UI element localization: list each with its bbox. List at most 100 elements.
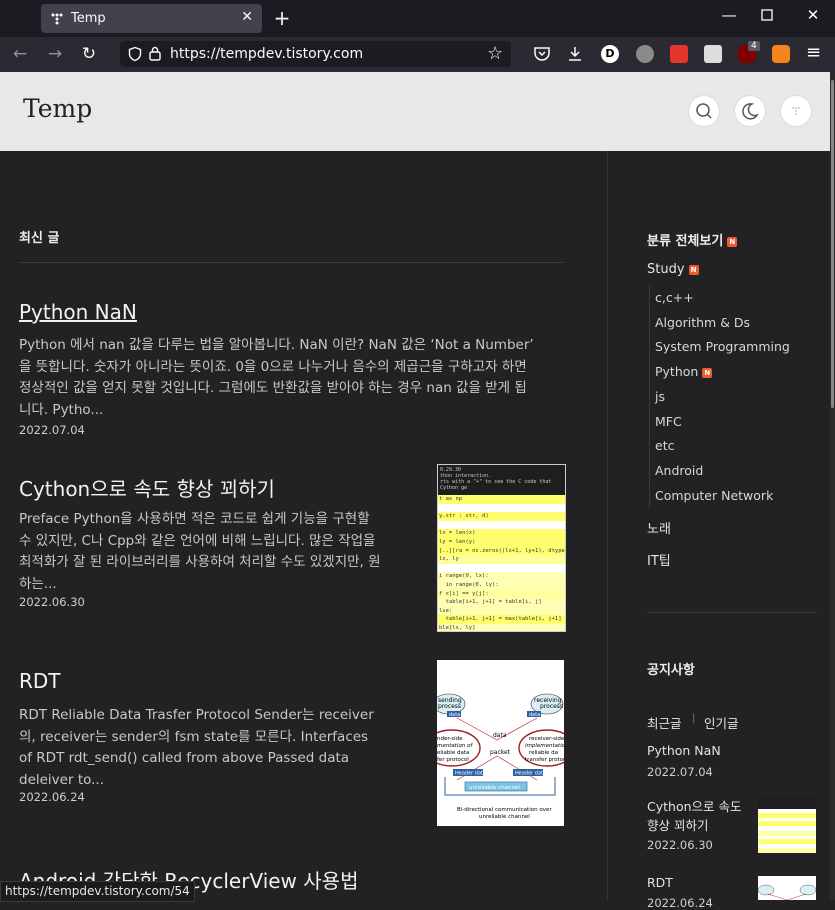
lock-icon[interactable]: [148, 45, 162, 62]
subcategory-line: [649, 286, 650, 508]
subcategory-item[interactable]: MFC: [655, 414, 682, 429]
category-study[interactable]: Study N: [647, 262, 699, 277]
post-excerpt[interactable]: Python 에서 nan 값을 다루는 법을 알아봅니다. NaN 이란? N…: [19, 335, 539, 421]
svg-text:nder-side: nder-side: [437, 736, 463, 742]
subcategory-item[interactable]: js: [655, 389, 665, 404]
thumb-code-highlight: [758, 848, 816, 853]
thumb-code-line: [438, 503, 565, 513]
post-excerpt[interactable]: RDT Reliable Data Trasfer Protocol Sende…: [19, 705, 384, 791]
recent-post-title[interactable]: RDT: [647, 875, 673, 890]
category-all-label: 분류 전체보기: [647, 234, 724, 249]
url-text: https://tempdev.tistory.com: [170, 46, 364, 62]
post-excerpt[interactable]: Preface Python을 사용하면 적은 코드로 쉽게 기능을 구현할 수…: [19, 509, 384, 595]
moon-icon: [742, 103, 759, 120]
recent-post-date: 2022.06.24: [647, 896, 713, 910]
thumb-line: rts with a "+" to see the C code that Cy…: [440, 479, 552, 491]
search-button[interactable]: [688, 95, 720, 127]
new-badge: N: [688, 264, 699, 275]
thumb-code-line: ble[lx, ly]: [438, 623, 565, 631]
svg-text:data: data: [529, 712, 540, 718]
shield-icon[interactable]: [127, 46, 143, 62]
post-title[interactable]: Python NaN: [19, 300, 137, 324]
recent-rdt-thumbnail[interactable]: [757, 876, 817, 901]
post-title[interactable]: Cython으로 속도 향상 꾀하기: [19, 473, 275, 502]
subcategory-item[interactable]: Algorithm & Ds: [655, 315, 750, 330]
bookmark-star-icon[interactable]: ☆: [487, 43, 503, 64]
tab-title: Temp: [71, 11, 106, 26]
recent-post-title[interactable]: Python NaN: [647, 743, 721, 758]
category-ittip[interactable]: IT팁: [647, 550, 671, 569]
post-title[interactable]: RDT: [19, 669, 61, 693]
subcategory-item[interactable]: Android: [655, 463, 703, 478]
close-tab-icon[interactable]: ✕: [241, 9, 253, 25]
tistory-favicon-icon: [51, 13, 63, 25]
thumb-code-line: i range(0, lx):: [438, 572, 565, 581]
sidebar-divider-line: [647, 612, 817, 613]
svg-text:unreliable channel: unreliable channel: [479, 814, 530, 820]
thumb-code-line: y.str : str, d): [438, 512, 565, 521]
blog-title[interactable]: Temp: [23, 94, 92, 123]
rdt-mini-diagram: [757, 884, 817, 901]
back-icon[interactable]: ←: [8, 44, 32, 64]
subcategory-item-python[interactable]: Python N: [655, 364, 713, 379]
svg-text:process: process: [438, 703, 461, 710]
new-badge: N: [702, 367, 713, 378]
subcategory-item[interactable]: etc: [655, 438, 674, 453]
forward-icon[interactable]: →: [43, 44, 67, 64]
thumb-code-line: [438, 520, 565, 530]
ublock-count-badge: 4: [748, 41, 760, 51]
notice-heading: 공지사항: [647, 663, 695, 678]
metamask-fox-icon[interactable]: [772, 45, 790, 63]
category-study-label: Study: [647, 262, 685, 277]
maximize-window-button[interactable]: [752, 6, 782, 25]
tab-recent[interactable]: 최근글: [647, 713, 682, 732]
menu-icon[interactable]: ≡: [806, 42, 821, 63]
profile-button[interactable]: [780, 95, 812, 127]
category-all[interactable]: 분류 전체보기 N: [647, 230, 738, 249]
close-window-button[interactable]: ✕: [798, 6, 828, 24]
thumb-code-line: in range(0, ly):: [438, 580, 565, 590]
rdt-diagram: sending process receiving process data d…: [437, 660, 564, 826]
pocket-icon[interactable]: [533, 45, 551, 63]
privacy-extension-icon[interactable]: [636, 45, 654, 63]
thumb-code-line: lx = len(x): [438, 529, 565, 538]
category-songs[interactable]: 노래: [647, 518, 671, 537]
svg-text:data: data: [493, 732, 507, 739]
d-extension-icon[interactable]: D: [601, 45, 619, 63]
svg-text:mentation of: mentation of: [437, 743, 473, 749]
scrollbar-thumb[interactable]: [831, 80, 834, 408]
subcategory-item[interactable]: c,c++: [655, 290, 694, 305]
browser-tab[interactable]: Temp ✕: [41, 4, 262, 33]
svg-text:unreliable channel: unreliable channel: [469, 785, 520, 791]
reload-icon[interactable]: ↻: [77, 44, 101, 64]
svg-text:data: data: [449, 712, 460, 718]
thumb-code-line: [..][ra = ns.zeros((lx+1, ly+1), dtype=: [438, 546, 566, 556]
thumb-header: [758, 797, 816, 809]
cython-thumbnail[interactable]: 0.29.30 thon interaction. rts with a "+"…: [437, 464, 566, 632]
svg-text:Header data: Header data: [455, 771, 486, 777]
svg-text:Bi-directional communication o: Bi-directional communication over: [457, 807, 552, 813]
download-icon[interactable]: [566, 45, 584, 63]
new-tab-button[interactable]: +: [271, 6, 293, 30]
thumb-code-line: lx, ly: [438, 555, 565, 564]
svg-text:packet: packet: [490, 749, 511, 756]
thumb-header: 0.29.30 thon interaction. rts with a "+"…: [438, 465, 565, 495]
rdt-thumbnail[interactable]: sending process receiving process data d…: [437, 660, 564, 826]
red-extension-icon[interactable]: [670, 45, 688, 63]
tistory-avatar-icon: [792, 107, 800, 115]
subcategory-item[interactable]: Computer Network: [655, 488, 773, 503]
recent-cython-thumbnail[interactable]: [758, 797, 816, 853]
svg-text:eliable data: eliable data: [437, 750, 469, 756]
subcategory-label: Python: [655, 364, 699, 379]
thumb-code-highlight: [758, 831, 816, 836]
svg-text:Header data: Header data: [515, 771, 546, 777]
post-date: 2022.06.24: [19, 790, 85, 804]
search-icon: [696, 103, 712, 119]
tab-popular[interactable]: 인기글: [704, 713, 739, 732]
dark-mode-button[interactable]: [734, 95, 766, 127]
recent-post-title[interactable]: Cython으로 속도 향상 꾀하기: [647, 797, 747, 835]
subcategory-item[interactable]: System Programming: [655, 339, 790, 354]
minimize-window-button[interactable]: —: [714, 6, 744, 24]
thumb-code-line: lse:: [438, 606, 565, 616]
image-extension-icon[interactable]: [704, 45, 722, 63]
